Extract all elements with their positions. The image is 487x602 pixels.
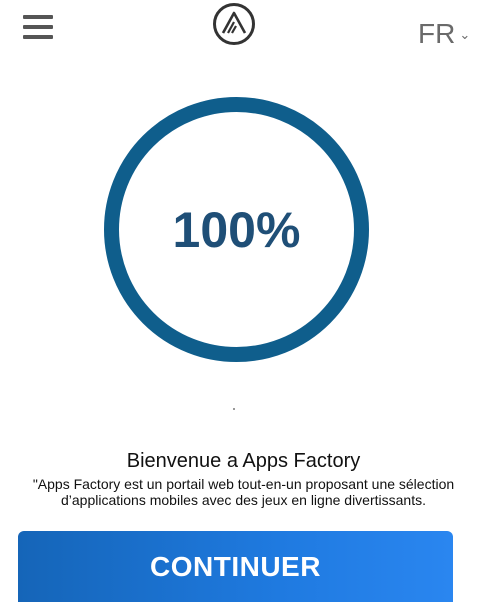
menu-button[interactable] [23, 15, 53, 39]
separator-dot [233, 408, 235, 410]
hamburger-icon-bar [23, 25, 53, 29]
language-selector[interactable]: FR ⌄ [418, 18, 470, 50]
language-label: FR [418, 18, 456, 49]
hamburger-icon-bar [23, 35, 53, 39]
apps-factory-logo-icon[interactable] [212, 2, 256, 46]
chevron-down-icon: ⌄ [459, 27, 471, 42]
progress-percent: 100% [172, 201, 301, 258]
welcome-title: Bienvenue a Apps Factory [126, 450, 361, 472]
welcome-description: "Apps Factory est un portail web tout-en… [32, 476, 455, 508]
continue-button[interactable]: CONTINUER [18, 531, 453, 602]
hamburger-icon-bar [23, 15, 53, 19]
